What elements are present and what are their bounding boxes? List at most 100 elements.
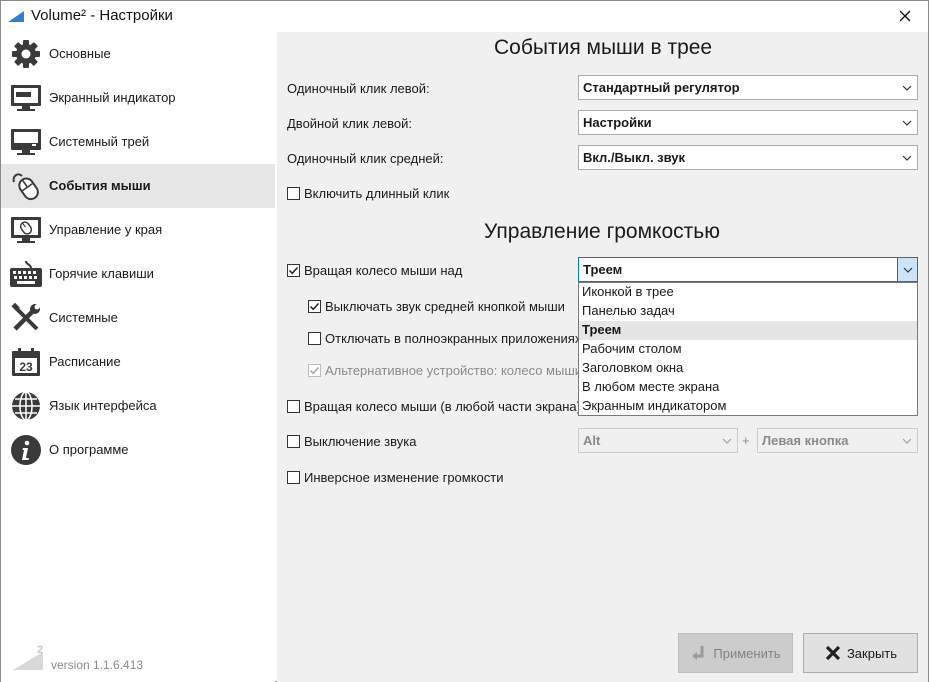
checkbox-box[interactable] — [287, 471, 300, 484]
mute-sound-checkbox[interactable]: Выключение звука — [287, 434, 416, 449]
sidebar-item-label: Расписание — [49, 354, 121, 369]
tools-icon — [9, 302, 43, 334]
volume-logo-icon: 2 — [13, 644, 43, 670]
wheel-over-checkbox[interactable]: Вращая колесо мыши над — [287, 263, 462, 278]
checkbox-box[interactable] — [287, 187, 300, 200]
sidebar-item-label: Системные — [49, 310, 118, 325]
sidebar-item-screen-indicator[interactable]: Экранный индикатор — [1, 76, 275, 120]
chevron-down-icon — [902, 155, 912, 161]
keyboard-icon — [9, 258, 43, 290]
wheel-over-select[interactable]: Треем — [578, 257, 918, 282]
checkbox-label: Включить длинный клик — [304, 186, 450, 201]
long-click-checkbox[interactable]: Включить длинный клик — [287, 186, 449, 201]
apply-label: Применить — [713, 645, 781, 661]
single-middle-click-select[interactable]: Вкл./Выкл. звук — [578, 145, 918, 170]
checkbox-label: Вращая колесо мыши над — [304, 263, 463, 278]
calendar-icon: 23 — [9, 346, 43, 378]
title-bar: Volume² - Настройки — [1, 1, 928, 32]
sidebar-item-edge-control[interactable]: Управление у края — [1, 208, 275, 252]
combo-value: Стандартный регулятор — [583, 80, 740, 95]
wheel-anywhere-checkbox[interactable]: Вращая колесо мыши (в любой части экрана… — [287, 399, 581, 414]
window-title: Volume² - Настройки — [31, 7, 173, 24]
close-icon — [824, 644, 842, 662]
apply-button[interactable]: Применить — [678, 633, 793, 673]
sidebar-item-label: Системный трей — [49, 134, 150, 149]
chevron-down-icon — [902, 85, 912, 91]
globe-icon — [9, 390, 43, 422]
checkbox-box — [308, 364, 321, 377]
sidebar-item-language[interactable]: Язык интерфейса — [1, 384, 275, 428]
tray-section-title: События мыши в трее — [494, 36, 713, 59]
mute-middle-checkbox[interactable]: Выключать звук средней кнопкой мыши — [308, 299, 565, 314]
sidebar-item-schedule[interactable]: 23 Расписание — [1, 340, 275, 384]
sidebar-item-label: О программе — [49, 442, 129, 457]
sidebar-item-label: Горячие клавиши — [49, 266, 154, 281]
sidebar-item-system[interactable]: Системные — [1, 296, 275, 340]
check-icon — [309, 302, 320, 311]
sidebar-item-label: Управление у края — [49, 222, 163, 237]
single-left-click-label: Одиночный клик левой: — [287, 81, 430, 96]
combo-value: Вкл./Выкл. звук — [583, 150, 686, 165]
checkbox-box[interactable] — [308, 300, 321, 313]
combo-value: Треем — [583, 262, 623, 277]
dropdown-arrow-button[interactable] — [897, 258, 917, 281]
dropdown-option[interactable]: Рабочим столом — [579, 340, 917, 359]
version-label: version 1.1.6.413 — [51, 658, 144, 672]
disable-fullscreen-checkbox[interactable]: Отключать в полноэкранных приложениях — [308, 331, 581, 346]
dropdown-option[interactable]: Экранным индикатором — [579, 397, 917, 416]
volume-app-icon — [8, 11, 24, 22]
tray-monitor-icon — [9, 126, 43, 158]
chevron-down-icon — [722, 438, 732, 444]
chevron-down-icon — [902, 120, 912, 126]
checkbox-label: Вращая колесо мыши (в любой части экрана… — [304, 399, 581, 414]
sidebar-item-hotkeys[interactable]: Горячие клавиши — [1, 252, 275, 296]
close-button[interactable]: Закрыть — [803, 633, 918, 673]
checkbox-label: Выключать звук средней кнопкой мыши — [325, 299, 565, 314]
chevron-down-icon — [902, 438, 912, 444]
checkbox-label: Отключать в полноэкранных приложениях — [325, 331, 582, 346]
checkbox-box[interactable] — [287, 400, 300, 413]
dropdown-option[interactable]: В любом месте экрана — [579, 378, 917, 397]
close-icon — [899, 10, 911, 22]
checkbox-box[interactable] — [308, 332, 321, 345]
sidebar-item-system-tray[interactable]: Системный трей — [1, 120, 275, 164]
chevron-down-icon — [903, 267, 913, 273]
combo-value: Alt — [583, 433, 601, 448]
window-close-button[interactable] — [882, 1, 928, 31]
double-left-click-label: Двойной клик левой: — [287, 116, 412, 131]
dropdown-option[interactable]: Заголовком окна — [579, 359, 917, 378]
double-left-click-select[interactable]: Настройки — [578, 110, 918, 135]
sidebar-item-label: Язык интерфейса — [49, 398, 157, 413]
dropdown-option[interactable]: Иконкой в трее — [579, 283, 917, 302]
wheel-over-dropdown-list: Иконкой в трее Панелью задач Треем Рабоч… — [578, 282, 918, 416]
sidebar: Основные Экранный индикатор Системный тр… — [1, 32, 275, 682]
checkbox-label: Выключение звука — [304, 434, 417, 449]
monitor-icon — [9, 82, 43, 114]
checkbox-box[interactable] — [287, 264, 300, 277]
sidebar-item-mouse-events[interactable]: События мыши — [1, 164, 275, 208]
volume-section-title: Управление громкостью — [484, 220, 720, 243]
plus-sign: + — [742, 433, 750, 448]
sidebar-item-about[interactable]: О программе — [1, 428, 275, 472]
combo-value: Левая кнопка — [762, 433, 849, 448]
combo-value: Настройки — [583, 115, 652, 130]
settings-window: Volume² - Настройки Основные Экранный ин… — [0, 0, 929, 682]
screen-edge-mouse-icon — [9, 214, 43, 246]
single-left-click-select[interactable]: Стандартный регулятор — [578, 75, 918, 100]
mute-key-select: Alt — [578, 428, 738, 453]
alt-device-checkbox: Альтернативное устройство: колесо мыши — [308, 363, 582, 378]
calendar-day: 23 — [19, 360, 33, 374]
sidebar-item-general[interactable]: Основные — [1, 32, 275, 76]
apply-icon — [690, 644, 708, 662]
checkbox-label: Инверсное изменение громкости — [304, 470, 504, 485]
single-middle-click-label: Одиночный клик средней: — [287, 151, 444, 166]
dropdown-option[interactable]: Панелью задач — [579, 302, 917, 321]
info-icon — [9, 434, 43, 466]
logo-superscript: 2 — [37, 644, 43, 656]
checkbox-label: Альтернативное устройство: колесо мыши — [325, 363, 583, 378]
checkbox-box[interactable] — [287, 435, 300, 448]
dropdown-option-selected[interactable]: Треем — [579, 321, 917, 340]
close-label: Закрыть — [846, 645, 898, 661]
sidebar-item-label: События мыши — [49, 178, 151, 193]
inverse-volume-checkbox[interactable]: Инверсное изменение громкости — [287, 470, 504, 485]
